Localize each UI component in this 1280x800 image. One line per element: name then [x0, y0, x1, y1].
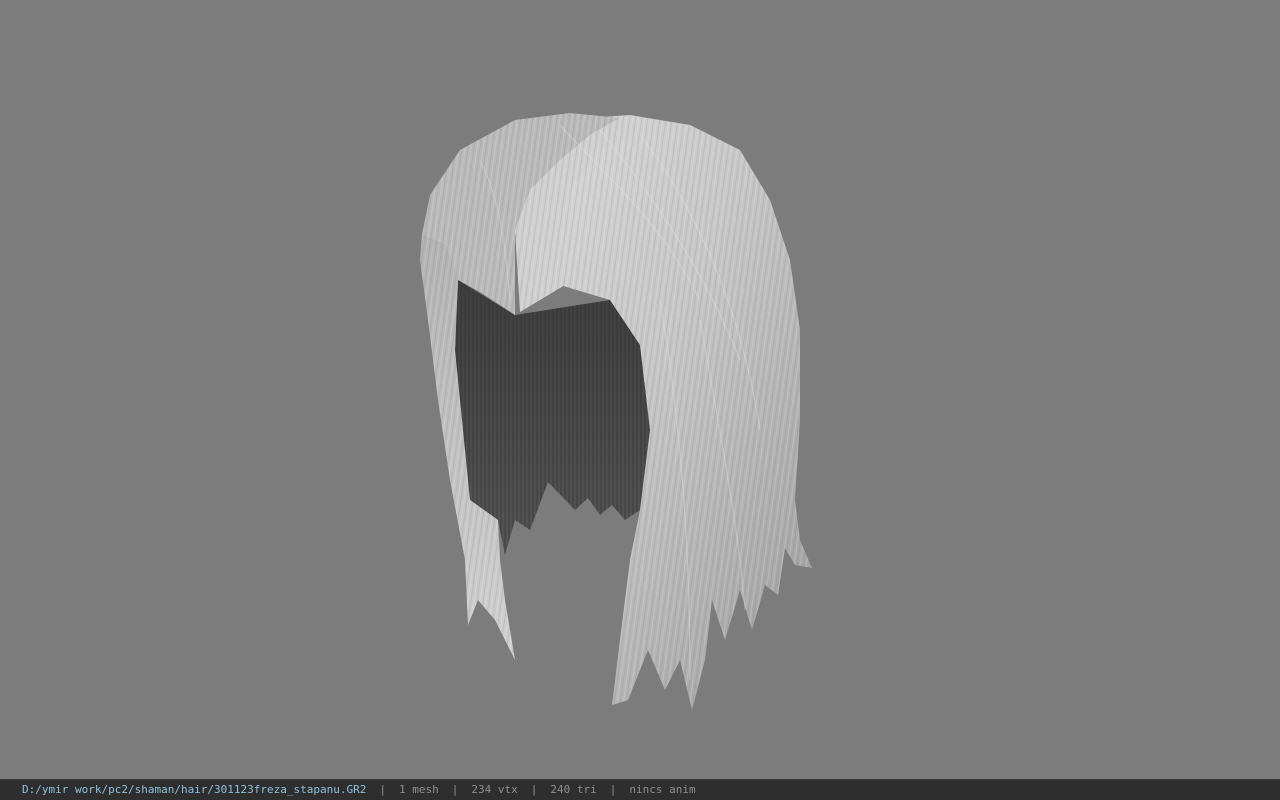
file-path: D:/ymir work/pc2/shaman/hair/301123freza… [22, 783, 367, 796]
separator: | [609, 783, 617, 796]
separator: | [530, 783, 538, 796]
hair-model[interactable] [0, 0, 1280, 779]
triangle-count: 240 tri [550, 783, 597, 796]
vertex-count: 234 vtx [471, 783, 518, 796]
status-bar: D:/ymir work/pc2/shaman/hair/301123freza… [0, 779, 1280, 800]
separator: | [379, 783, 386, 796]
model-viewport[interactable] [0, 0, 1280, 779]
animation-status: nincs anim [629, 783, 696, 796]
separator: | [451, 783, 459, 796]
mesh-count: 1 mesh [399, 783, 439, 796]
